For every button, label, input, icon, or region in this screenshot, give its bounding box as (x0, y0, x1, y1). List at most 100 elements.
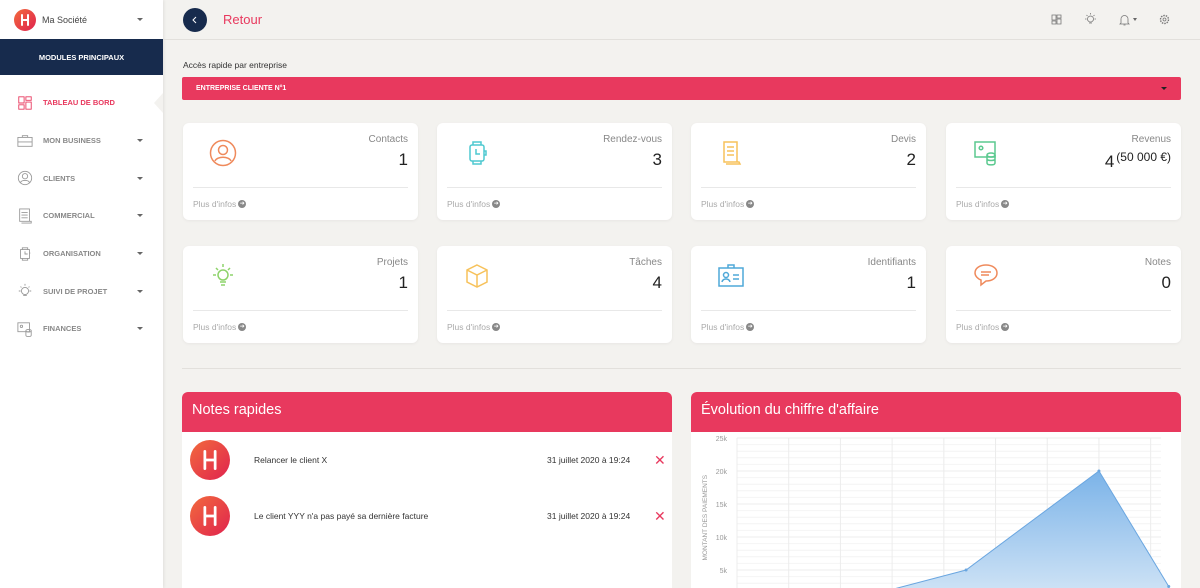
stat-card-notes: Notes 0 Plus d'infos ➜ (946, 246, 1181, 343)
delete-note-icon[interactable]: ✕ (654, 452, 666, 469)
back-link[interactable]: Retour (223, 12, 262, 27)
stat-card-contacts: Contacts 1 Plus d'infos ➜ (183, 123, 418, 220)
delete-note-icon[interactable]: ✕ (654, 508, 666, 525)
divider (701, 310, 916, 311)
sidebar-item-mon-business[interactable]: MON BUSINESS (0, 122, 163, 160)
y-axis-label: MONTANT DES PAIEMENTS (702, 474, 709, 560)
sidebar-item-label: CLIENTS (43, 173, 76, 183)
more-info-label: Plus d'infos (447, 322, 491, 332)
notes-title: Notes rapides (182, 392, 672, 432)
stat-count: 4 (652, 273, 662, 292)
bell-icon (1119, 14, 1130, 25)
more-info-link[interactable]: Plus d'infos ➜ (956, 322, 1010, 332)
company-select[interactable]: ENTREPRISE CLIENTE N°1 (182, 77, 1181, 100)
sidebar-item-organisation[interactable]: ORGANISATION (0, 235, 163, 273)
chevron-down-icon (1133, 18, 1137, 21)
sidebar-item-tableau-de-bord[interactable]: TABLEAU DE BORD (0, 84, 163, 122)
stat-value: 1 (399, 150, 408, 170)
more-info-link[interactable]: Plus d'infos ➜ (701, 199, 755, 209)
chart-title: Évolution du chiffre d'affaire (691, 392, 1181, 432)
more-info-link[interactable]: Plus d'infos ➜ (193, 322, 247, 332)
section-title: MODULES PRINCIPAUX (0, 39, 163, 75)
note-item: Relancer le client X 31 juillet 2020 à 1… (182, 440, 672, 480)
stat-count: 1 (906, 273, 916, 292)
more-info-link[interactable]: Plus d'infos ➜ (447, 322, 501, 332)
id-card-icon (718, 264, 744, 287)
stat-value: 3 (653, 150, 662, 170)
layout-icon[interactable] (1051, 14, 1062, 25)
top-bar: Retour (163, 0, 1200, 40)
chevron-down-icon (137, 18, 143, 21)
sidebar-item-finances[interactable]: FINANCES (0, 310, 163, 348)
more-info-link[interactable]: Plus d'infos ➜ (701, 322, 755, 332)
more-info-link[interactable]: Plus d'infos ➜ (193, 199, 247, 209)
stat-label: Contacts (368, 134, 408, 145)
y-tick-label: 5k (720, 568, 728, 575)
sidebar-item-label: COMMERCIAL (43, 211, 95, 221)
revenue-chart: 25k 20k 15k 10k 5k MONTANT DES PAIEMENTS (702, 436, 1171, 588)
sidebar-item-label: TABLEAU DE BORD (43, 98, 115, 108)
stat-value: 0 (1162, 273, 1171, 293)
stat-value: 4 (653, 273, 662, 293)
chevron-down-icon (137, 252, 143, 256)
user-icon (209, 139, 237, 167)
sidebar: Ma Société MODULES PRINCIPAUX TABLEAU DE… (0, 0, 163, 588)
stat-label: Notes (1144, 257, 1171, 268)
stat-count: 3 (652, 150, 662, 169)
quick-access-label: Accès rapide par entreprise (183, 60, 287, 70)
more-info-link[interactable]: Plus d'infos ➜ (447, 199, 501, 209)
dashboard-icon (18, 96, 32, 110)
notifications-button[interactable] (1119, 14, 1137, 26)
user-icon (17, 171, 33, 186)
stat-label: Revenus (1131, 134, 1171, 145)
stat-label: Tâches (629, 257, 662, 268)
back-button[interactable] (183, 8, 207, 32)
lightbulb-icon[interactable] (1084, 13, 1097, 26)
company-select-value: ENTREPRISE CLIENTE N°1 (196, 85, 287, 92)
note-item: Le client YYY n'a pas payé sa dernière f… (182, 496, 672, 536)
sidebar-item-commercial[interactable]: COMMERCIAL (0, 197, 163, 235)
stat-count: 4 (1104, 152, 1115, 171)
divider (447, 310, 662, 311)
company-logo (14, 8, 36, 31)
sidebar-item-suivi-de-projet[interactable]: SUIVI DE PROJET (0, 272, 163, 310)
stat-count: 0 (1161, 273, 1171, 292)
stat-count: 1 (398, 273, 408, 292)
stat-card-rendez-vous: Rendez-vous 3 Plus d'infos ➜ (437, 123, 672, 220)
stat-label: Identifiants (867, 257, 916, 268)
document-icon (19, 208, 32, 224)
company-selector[interactable]: Ma Société (0, 0, 163, 39)
money-icon (17, 322, 32, 337)
arrow-right-circle-icon: ➜ (492, 323, 501, 331)
revenue-chart-panel: Évolution du chiffre d'affaire 25k 20k 15k… (691, 392, 1181, 588)
divider (193, 187, 408, 188)
sidebar-item-clients[interactable]: CLIENTS (0, 159, 163, 197)
stat-card-revenus: Revenus 4 (50 000 €) Plus d'infos ➜ (946, 123, 1181, 220)
company-name: Ma Société (42, 14, 88, 25)
sidebar-item-label: ORGANISATION (43, 249, 101, 259)
stat-card-projets: Projets 1 Plus d'infos ➜ (183, 246, 418, 343)
lightbulb-icon (18, 284, 32, 297)
stat-card-taches: Tâches 4 Plus d'infos ➜ (437, 246, 672, 343)
more-info-label: Plus d'infos (193, 322, 237, 332)
divider (956, 310, 1171, 311)
chevron-down-icon (1161, 87, 1167, 90)
more-info-label: Plus d'infos (193, 199, 237, 209)
briefcase-icon (17, 134, 33, 147)
gear-icon[interactable] (1159, 14, 1170, 25)
stat-value: 1 (907, 273, 916, 293)
more-info-link[interactable]: Plus d'infos ➜ (956, 199, 1010, 209)
note-date: 31 juillet 2020 à 19:24 (547, 455, 631, 465)
lightbulb-icon (213, 264, 233, 286)
divider (193, 310, 408, 311)
watch-icon (469, 141, 487, 165)
divider (182, 368, 1181, 369)
chevron-down-icon (137, 327, 143, 331)
divider (956, 187, 1171, 188)
stat-card-identifiants: Identifiants 1 Plus d'infos ➜ (691, 246, 926, 343)
y-tick-label: 25k (716, 436, 728, 443)
note-text: Le client YYY n'a pas payé sa dernière f… (254, 511, 429, 521)
note-date: 31 juillet 2020 à 19:24 (547, 511, 631, 521)
y-tick-label: 20k (716, 469, 728, 476)
stat-label: Rendez-vous (603, 134, 662, 145)
